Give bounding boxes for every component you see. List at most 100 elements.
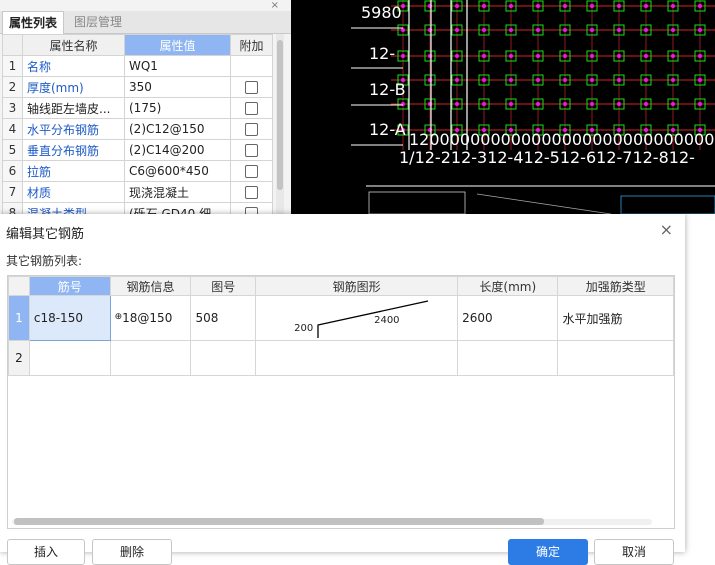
property-name[interactable]: 垂直分布钢筋 (22, 139, 125, 161)
attach-checkbox[interactable] (245, 123, 258, 136)
cell-bar-info[interactable] (109, 340, 192, 376)
cell-reinforcement-type[interactable]: 水平加强筋 (557, 295, 674, 341)
property-attach-cell[interactable] (230, 55, 273, 77)
property-name[interactable]: 水平分布钢筋 (22, 118, 125, 140)
insert-button[interactable]: 插入 (7, 539, 85, 565)
cell-reinforcement-type[interactable] (557, 340, 674, 376)
cell-figure-no[interactable] (190, 340, 257, 376)
col-figure-no[interactable]: 图号 (190, 276, 257, 296)
cad-column-dot (509, 54, 513, 58)
property-row[interactable]: 5 垂直分布钢筋 (2)C14@200 (2, 139, 273, 161)
property-name[interactable]: 名称 (22, 55, 125, 77)
attach-checkbox[interactable] (245, 207, 258, 214)
property-row[interactable]: 1 名称 WQ1 (2, 55, 273, 77)
rebar-list-label: 其它钢筋列表: (6, 254, 83, 268)
attach-checkbox[interactable] (245, 186, 258, 199)
table-row[interactable]: 2 (8, 340, 674, 376)
cell-length[interactable] (457, 340, 559, 376)
cad-column-dot (698, 102, 702, 106)
property-row[interactable]: 2 厚度(mm) 350 (2, 76, 273, 98)
cad-column-dot (644, 54, 648, 58)
cell-figure-no[interactable]: 508 (190, 295, 257, 341)
col-reinforcement-type[interactable]: 加强筋类型 (557, 276, 674, 296)
cad-column-dot (590, 28, 594, 32)
property-row[interactable]: 6 拉筋 C6@600*450 (2, 160, 273, 182)
property-value[interactable]: (175) (124, 97, 231, 119)
cad-column-dot (644, 78, 648, 82)
cad-column-dot (644, 28, 648, 32)
cad-drawing (351, 0, 715, 214)
dialog-close-icon[interactable]: × (660, 220, 673, 239)
row-number[interactable]: 1 (8, 295, 30, 341)
col-length[interactable]: 长度(mm) (457, 276, 559, 296)
header-property-name[interactable]: 属性名称 (22, 34, 125, 56)
cad-column-dot (617, 102, 621, 106)
property-value[interactable]: C6@600*450 (124, 160, 231, 182)
property-name[interactable]: 厚度(mm) (22, 76, 125, 98)
property-attach-cell[interactable] (230, 139, 273, 161)
property-attach-cell[interactable] (230, 118, 273, 140)
panel-close-icon[interactable]: × (271, 0, 279, 11)
cell-bar-shape[interactable]: 200 2400 (255, 295, 459, 341)
cancel-button[interactable]: 取消 (594, 539, 674, 565)
col-bar-no[interactable]: 筋号 (28, 276, 111, 296)
cad-column-dot (563, 4, 567, 8)
bar-shape-drawing (317, 300, 429, 338)
property-value[interactable]: (2)C14@200 (124, 139, 231, 161)
header-property-value[interactable]: 属性值 (124, 34, 231, 56)
cad-column-dot (455, 78, 459, 82)
tab-layer-management[interactable]: 图层管理 (68, 11, 128, 33)
col-bar-shape[interactable]: 钢筋图形 (255, 276, 459, 296)
cad-column-dot (536, 28, 540, 32)
cell-bar-no[interactable]: c18-150 (28, 295, 111, 341)
property-name[interactable]: 拉筋 (22, 160, 125, 182)
property-row[interactable]: 3 轴线距左墙皮... (175) (2, 97, 273, 119)
cad-canvas[interactable]: 5980 12- 12-B 12-A 1200000000000000000000000… (291, 0, 715, 214)
grid-corner (8, 276, 30, 296)
bar-shape-left-dimension: 200 (294, 323, 314, 334)
cell-bar-info[interactable]: ⊕18@150 (109, 295, 192, 341)
header-attach[interactable]: 附加 (230, 34, 273, 56)
cad-column-dot (590, 4, 594, 8)
property-value[interactable]: (2)C12@150 (124, 118, 231, 140)
attach-checkbox[interactable] (245, 165, 258, 178)
row-number[interactable]: 2 (8, 340, 30, 376)
attach-checkbox[interactable] (245, 81, 258, 94)
property-attach-cell[interactable] (230, 181, 273, 203)
grid-horizontal-scrollbar-thumb[interactable] (14, 518, 544, 525)
cell-bar-shape[interactable] (255, 340, 459, 376)
property-name[interactable]: 轴线距左墙皮... (22, 97, 125, 119)
property-row-number: 6 (2, 160, 23, 182)
property-attach-cell[interactable] (230, 97, 273, 119)
property-name[interactable]: 材质 (22, 181, 125, 203)
property-attach-cell[interactable] (230, 202, 273, 214)
property-value[interactable]: (砾石 GD40 细 (124, 202, 231, 214)
cad-column-dot (482, 102, 486, 106)
attach-checkbox[interactable] (245, 102, 258, 115)
property-row[interactable]: 8 混凝土类型 (砾石 GD40 细 (2, 202, 273, 214)
cad-column-dot (617, 54, 621, 58)
cell-bar-info-text: 18@150 (122, 311, 173, 325)
col-bar-info[interactable]: 钢筋信息 (109, 276, 192, 296)
property-row[interactable]: 7 材质 现浇混凝土 (2, 181, 273, 203)
tab-property-list[interactable]: 属性列表 (2, 11, 65, 34)
property-panel: × 属性列表 图层管理 属性名称 属性值 附加 1 名称 WQ1 2 厚度(mm) 350… (0, 0, 291, 214)
property-name[interactable]: 混凝土类型 (22, 202, 125, 214)
rebar-grid: 筋号 钢筋信息 图号 钢筋图形 长度(mm) 加强筋类型 1 c18-150 ⊕… (7, 275, 675, 529)
ok-button[interactable]: 确定 (508, 539, 588, 565)
table-row[interactable]: 1 c18-150 ⊕18@150 508 200 2400 2600 水平加强… (8, 295, 674, 341)
property-value[interactable]: 350 (124, 76, 231, 98)
cad-column-dot (563, 54, 567, 58)
property-value[interactable]: 现浇混凝土 (124, 181, 231, 203)
cad-column-dot (563, 78, 567, 82)
cad-axis-label: 12-A (369, 120, 406, 139)
attach-checkbox[interactable] (245, 144, 258, 157)
property-scrollbar-thumb[interactable] (277, 40, 283, 190)
property-attach-cell[interactable] (230, 160, 273, 182)
property-value[interactable]: WQ1 (124, 55, 231, 77)
property-row[interactable]: 4 水平分布钢筋 (2)C12@150 (2, 118, 273, 140)
cell-length[interactable]: 2600 (457, 295, 559, 341)
cell-bar-no[interactable] (28, 340, 111, 376)
delete-button[interactable]: 删除 (92, 539, 172, 565)
property-attach-cell[interactable] (230, 76, 273, 98)
